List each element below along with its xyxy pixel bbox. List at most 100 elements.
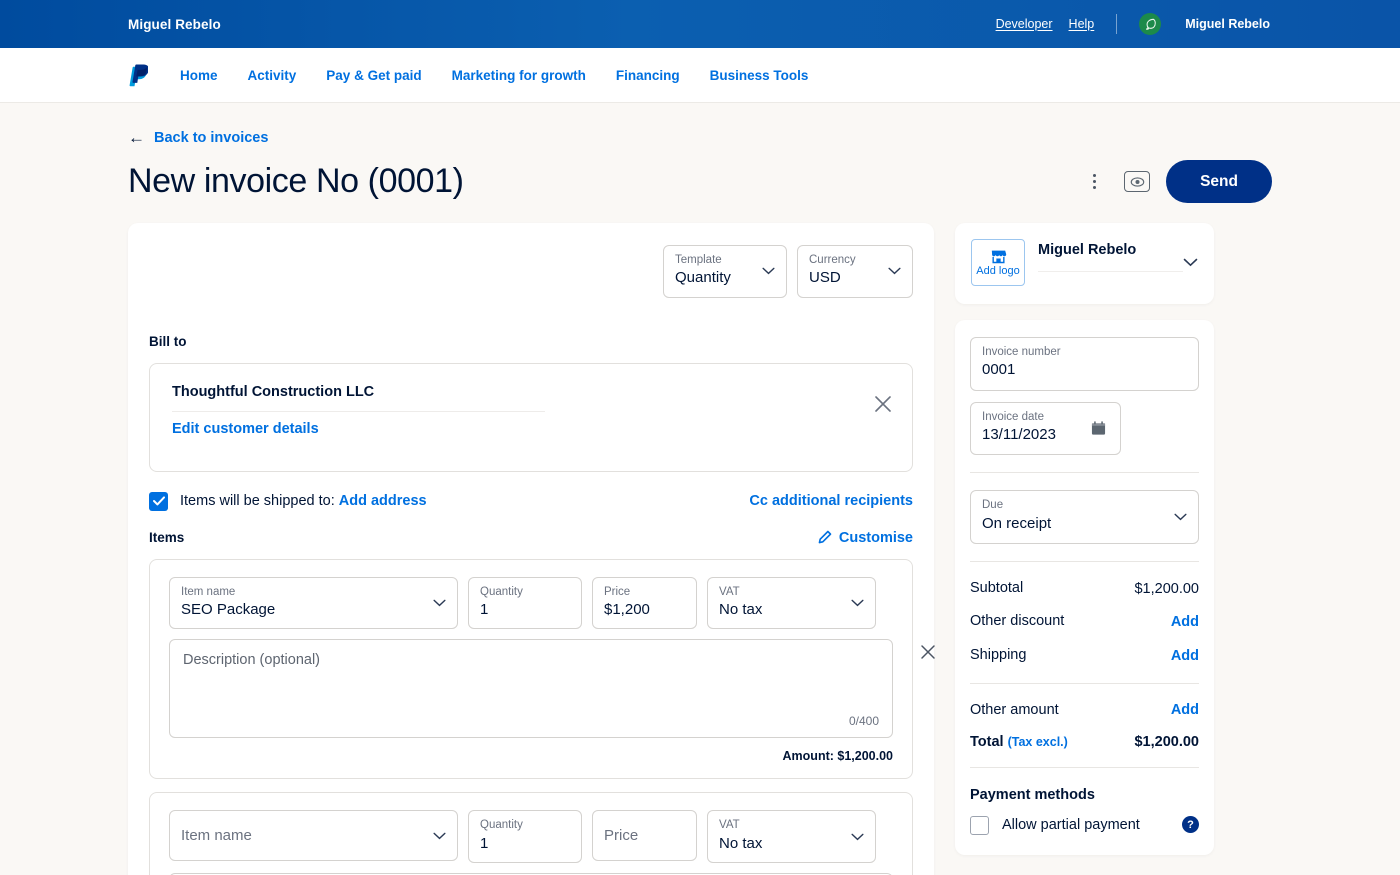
help-link[interactable]: Help xyxy=(1069,17,1095,31)
item-name-value: SEO Package xyxy=(181,601,276,618)
due-label: Due xyxy=(982,499,1004,512)
back-to-invoices[interactable]: ← Back to invoices xyxy=(128,103,1272,146)
items-label: Items xyxy=(149,530,185,546)
item-fields: Item name Quantity 1 Price VAT No tax xyxy=(169,810,893,863)
avatar[interactable] xyxy=(1139,13,1162,35)
invoice-date-value: 13/11/2023 xyxy=(982,426,1056,443)
currency-label: Currency xyxy=(809,254,856,266)
chevron-down-icon xyxy=(433,599,446,607)
shipping-checkbox[interactable] xyxy=(149,491,168,511)
customise-label: Customise xyxy=(838,529,913,546)
chevron-down-icon xyxy=(762,267,775,275)
item-description-placeholder: Description (optional) xyxy=(183,652,321,669)
chevron-down-icon[interactable] xyxy=(1183,258,1198,267)
item-name-label: Item name xyxy=(181,585,236,598)
item-vat-select[interactable]: VAT No tax xyxy=(707,810,876,863)
other-amount-add-button[interactable]: Add xyxy=(1171,702,1199,718)
item-vat-label: VAT xyxy=(719,819,740,832)
other-amount-label: Other amount xyxy=(970,701,1059,718)
shipping-add-button[interactable]: Add xyxy=(1171,648,1199,664)
item-quantity-label: Quantity xyxy=(480,819,523,832)
item-price-value: Price xyxy=(604,827,639,845)
help-icon[interactable]: ? xyxy=(1182,816,1199,834)
developer-link[interactable]: Developer xyxy=(996,17,1053,31)
item-quantity-label: Quantity xyxy=(480,585,523,598)
merchant-address-placeholder xyxy=(1038,271,1183,272)
total-row: Total (Tax excl.) $1,200.00 xyxy=(970,734,1199,750)
due-select[interactable]: Due On receipt xyxy=(970,490,1199,544)
chevron-down-icon xyxy=(1174,513,1187,521)
item-fields: Item name SEO Package Quantity 1 Price $… xyxy=(169,576,893,630)
item-vat-value: No tax xyxy=(719,601,763,618)
leaf-icon xyxy=(1146,18,1157,30)
main-nav: Home Activity Pay & Get paid Marketing f… xyxy=(0,48,1400,103)
chevron-down-icon xyxy=(851,599,864,607)
merchant-card: Add logo Miguel Rebelo xyxy=(955,223,1214,304)
template-label: Template xyxy=(675,254,722,266)
nav-item-home[interactable]: Home xyxy=(180,68,218,83)
customise-button[interactable]: Customise xyxy=(817,530,913,546)
item-quantity-value: 1 xyxy=(480,834,489,852)
invoice-number-value: 0001 xyxy=(982,361,1016,379)
item-quantity-value: 1 xyxy=(480,601,489,618)
customer-card: Thoughtful Construction LLC Edit custome… xyxy=(149,362,913,472)
close-icon[interactable] xyxy=(874,395,892,413)
item-price-input[interactable]: Price xyxy=(592,810,697,862)
send-button[interactable]: Send xyxy=(1166,160,1272,203)
other-discount-add-button[interactable]: Add xyxy=(1171,614,1199,630)
allow-partial-payment-checkbox[interactable] xyxy=(970,816,989,836)
paypal-logo-icon[interactable] xyxy=(128,63,149,87)
template-select[interactable]: Template Quantity xyxy=(663,245,787,298)
nav-item-pay-get-paid[interactable]: Pay & Get paid xyxy=(326,68,421,83)
item-quantity-input[interactable]: Quantity 1 xyxy=(468,810,582,863)
preview-eye-icon[interactable] xyxy=(1124,171,1151,192)
item-price-label: Price xyxy=(604,585,631,598)
more-options-icon[interactable] xyxy=(1080,168,1108,196)
invoice-number-input[interactable]: Invoice number 0001 xyxy=(970,337,1199,391)
chevron-down-icon xyxy=(851,833,864,840)
customer-name: Thoughtful Construction LLC xyxy=(172,383,375,400)
item-row: Item name Quantity 1 Price VAT No tax xyxy=(149,792,913,875)
invoice-date-input[interactable]: Invoice date 13/11/2023 xyxy=(970,401,1121,456)
merchant-name: Miguel Rebelo xyxy=(1038,242,1137,258)
back-link-label[interactable]: Back to invoices xyxy=(154,130,268,146)
other-amount-row: Other amount Add xyxy=(970,701,1199,721)
merchant-info: Miguel Rebelo xyxy=(1038,239,1183,272)
total-label: Total (Tax excl.) xyxy=(970,734,1068,750)
nav-item-marketing[interactable]: Marketing for growth xyxy=(452,68,586,83)
top-bar: Miguel Rebelo Developer Help Miguel Rebe… xyxy=(0,0,1400,48)
allow-partial-payment-row: Allow partial payment ? xyxy=(970,816,1199,836)
subtotal-value: $1,200.00 xyxy=(1134,580,1199,597)
cc-additional-recipients-link[interactable]: Cc additional recipients xyxy=(749,493,913,509)
nav-item-financing[interactable]: Financing xyxy=(616,68,680,83)
item-name-select[interactable]: Item name SEO Package xyxy=(169,576,458,630)
add-address-link[interactable]: Add address xyxy=(339,493,427,509)
item-vat-select[interactable]: VAT No tax xyxy=(707,576,876,630)
item-amount: Amount: $1,200.00 xyxy=(782,749,893,764)
item-quantity-input[interactable]: Quantity 1 xyxy=(468,576,582,630)
chevron-down-icon xyxy=(433,832,446,840)
item-name-select[interactable]: Item name xyxy=(169,810,458,862)
invoice-sidebar: Add logo Miguel Rebelo Invoice number 00… xyxy=(955,223,1214,875)
edit-customer-details-link[interactable]: Edit customer details xyxy=(172,421,890,437)
nav-item-business-tools[interactable]: Business Tools xyxy=(710,68,809,83)
item-vat-label: VAT xyxy=(719,585,740,598)
item-row: Item name SEO Package Quantity 1 Price $… xyxy=(149,558,935,780)
topbar-user-name[interactable]: Miguel Rebelo xyxy=(1185,17,1270,31)
item-price-input[interactable]: Price $1,200 xyxy=(592,576,697,630)
nav-item-activity[interactable]: Activity xyxy=(248,68,297,83)
due-value: On receipt xyxy=(982,514,1052,532)
calendar-icon[interactable] xyxy=(1091,421,1106,436)
currency-select[interactable]: Currency USD xyxy=(797,245,913,298)
arrow-left-icon: ← xyxy=(128,128,145,147)
add-logo-label: Add logo xyxy=(976,264,1020,277)
other-discount-label: Other discount xyxy=(970,613,1065,630)
template-currency-row: Template Quantity Currency USD xyxy=(149,245,913,298)
item-description-textarea[interactable]: Description (optional) 0/400 xyxy=(169,639,893,739)
remove-item-icon[interactable] xyxy=(920,644,936,660)
topbar-brand: Miguel Rebelo xyxy=(128,16,221,32)
title-actions: Send xyxy=(1080,160,1272,203)
topbar-divider xyxy=(1116,14,1118,34)
divider xyxy=(970,560,1199,562)
add-logo-button[interactable]: Add logo xyxy=(971,239,1025,286)
